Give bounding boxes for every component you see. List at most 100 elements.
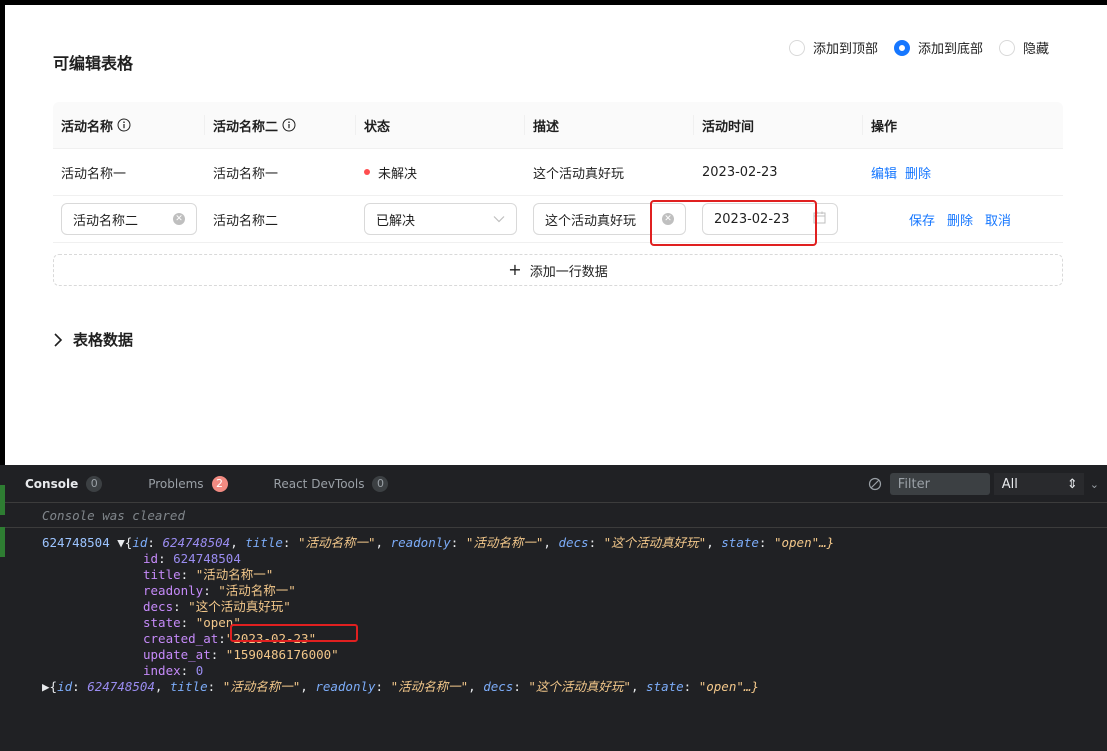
name-input-value: 活动名称二 [73,213,139,229]
log-prefix: 624748504 [42,535,110,550]
column-title: 活动时间 [702,119,755,135]
table-header-row: 活动名称 活动名称二 状态 描述 活动时间 操作 [53,102,1063,149]
header-cell: 活动名称二 [205,102,356,148]
devtools-tabbar: Console 0 Problems 2 React DevTools 0 Fi… [5,465,1107,503]
console-log-entry: 624748504 ▼{id: 624748504, title: "活动名称一… [5,528,1107,695]
cell-name: 活动名称一 [61,166,127,182]
desc-input-value: 这个活动真好玩 [545,213,637,229]
status-select-value: 已解决 [376,213,416,229]
chevron-down-icon [493,212,505,227]
cancel-link[interactable]: 取消 [985,210,1011,229]
log-prop: decs: "这个活动真好玩" [143,599,291,614]
count-badge: 2 [211,475,228,492]
tab-console[interactable]: Console 0 [25,475,103,492]
radio-add-to-top[interactable]: 添加到顶部 [788,38,878,57]
console-cleared-message: Console was cleared [5,503,1107,528]
collapsed-triangle-icon[interactable]: ▶ [42,679,50,694]
devtools-panel: Console 0 Problems 2 React DevTools 0 Fi… [5,465,1107,751]
log-level-value: All [1001,476,1018,492]
prop-key: readonly [143,583,204,598]
summary-readonly: "活动名称一" [390,679,469,694]
edit-link[interactable]: 编辑 [871,163,897,182]
delete-link[interactable]: 删除 [947,210,973,229]
page-title: 可编辑表格 [53,54,134,73]
table-row: 活动名称一 活动名称一 未解决 这个活动真好玩 2023-02-23 编辑 删除 [53,149,1063,196]
status-dot-icon [364,169,370,175]
prop-value: 624748504 [173,551,241,566]
table-data-collapse[interactable]: 表格数据 [53,329,133,350]
count-badge: 0 [86,475,103,492]
date-highlight-annotation [650,200,817,246]
radio-label: 添加到底部 [917,42,983,57]
prop-key: created_at [143,631,219,646]
delete-link[interactable]: 删除 [905,163,931,182]
prop-key: update_at [143,647,211,662]
prop-key: state [143,615,181,630]
add-row-button[interactable]: + 添加一行数据 [53,254,1063,286]
summary-state: "open"…} [773,535,835,550]
summary-title: "活动名称一" [222,679,301,694]
tab-label: Problems [148,476,204,491]
info-circle-icon[interactable] [282,118,296,132]
created-at-highlight-annotation [230,624,358,642]
column-title: 操作 [871,119,898,135]
cell-actions: 编辑 删除 [863,149,1063,195]
devtools-toolbar: Filter All ⇕ ⌄ [868,473,1099,495]
expand-triangle-icon[interactable]: ▼ [117,535,125,550]
cell-desc: 这个活动真好玩 [533,166,625,182]
cell-name2: 活动名称二 [213,213,279,229]
radio-label: 添加到顶部 [812,42,878,57]
save-link[interactable]: 保存 [909,210,935,229]
log-level-select[interactable]: All ⇕ [993,473,1084,495]
header-cell: 描述 [525,102,694,148]
table-row-editing: 活动名称二 ✕ 活动名称二 已解决 这个活动真好玩 ✕ 2023-02-23 保… [53,196,1063,243]
filter-input[interactable]: Filter [889,473,990,495]
log-summary-line[interactable]: 624748504 ▼{id: 624748504, title: "活动名称一… [5,535,1107,551]
clear-icon[interactable]: ✕ [173,213,185,225]
prop-value: "这个活动真好玩" [188,599,291,614]
tab-label: Console [25,476,79,491]
prop-value: "活动名称一" [195,567,274,582]
chevron-right-icon [53,332,63,347]
chevron-down-icon[interactable]: ⌄ [1090,478,1099,491]
cell-status: 未解决 [356,149,525,195]
status-select[interactable]: 已解决 [364,203,517,235]
log-prop: id: 624748504 [143,551,241,566]
plus-icon: + [508,260,522,279]
prop-value: 0 [195,663,204,678]
header-cell: 状态 [356,102,525,148]
cell-status-edit: 已解决 [356,196,525,242]
summary-id: 624748504 [162,535,231,550]
name-input[interactable]: 活动名称二 ✕ [61,203,197,235]
header-cell: 操作 [863,102,1063,148]
radio-checked-icon [893,39,910,56]
tab-label: React DevTools [273,476,365,491]
log-prop: title: "活动名称一" [143,567,274,582]
cell-name-edit: 活动名称二 ✕ [53,196,205,242]
tab-problems[interactable]: Problems 2 [148,475,228,492]
info-circle-icon[interactable] [117,118,131,132]
radio-hide[interactable]: 隐藏 [998,38,1049,57]
column-title: 活动名称二 [213,119,279,135]
position-radio-group: 添加到顶部 添加到底部 隐藏 [773,38,1049,57]
updown-icon: ⇕ [1066,476,1078,492]
log-summary-line-collapsed[interactable]: ▶{id: 624748504, title: "活动名称一", readonl… [5,679,1107,695]
app-panel: 可编辑表格 添加到顶部 添加到底部 隐藏 活动名称 活动名称二 状态 描述 活动… [5,5,1107,465]
tab-react-devtools[interactable]: React DevTools 0 [273,475,389,492]
header-cell: 活动时间 [694,102,863,148]
prop-key: title [143,567,181,582]
log-prop: state: "open" [143,615,241,630]
column-title: 活动名称 [61,119,114,135]
count-badge: 0 [372,475,389,492]
radio-add-to-bottom[interactable]: 添加到底部 [893,38,983,57]
summary-decs: "这个活动真好玩" [528,679,631,694]
editable-table: 活动名称 活动名称二 状态 描述 活动时间 操作 活动名称一 活动名称一 未解决 [53,102,1063,243]
cell-actions-edit: 保存 删除 取消 [863,196,1063,242]
clear-console-icon[interactable] [868,477,882,491]
summary-decs: "这个活动真好玩" [603,535,707,550]
cell-name2: 活动名称一 [213,166,279,182]
prop-key: index [143,663,181,678]
log-prop: index: 0 [143,663,204,678]
prop-key: decs [143,599,174,614]
summary-readonly: "活动名称一" [465,535,544,550]
